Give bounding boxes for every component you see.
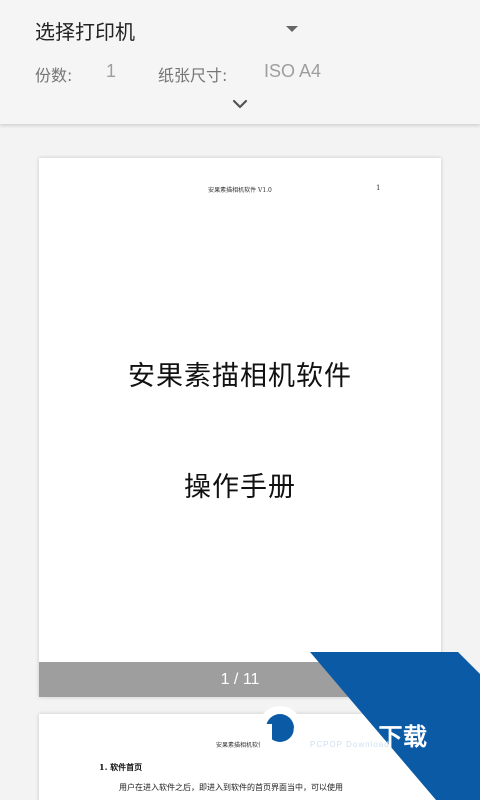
page-header-number: 1: [376, 184, 381, 192]
document-subtitle: 操作手册: [184, 472, 296, 503]
copies-option[interactable]: 份数: 1: [0, 60, 140, 85]
page-header-text: 安果素描相机软件 V1.0: [208, 187, 272, 194]
chevron-down-icon: [232, 99, 248, 109]
print-options-panel: 选择打印机 份数: 1 纸张尺寸: ISO A4: [0, 0, 480, 124]
document-title: 安果素描相机软件: [128, 361, 352, 392]
paper-size-value: ISO A4: [264, 61, 322, 81]
watermark-sub: PCPOP Download: [310, 740, 390, 749]
printer-select-label: 选择打印机: [35, 20, 135, 44]
preview-page-1[interactable]: 安果素描相机软件 V1.0 1 安果素描相机软件 操作手册 1 / 11: [39, 158, 441, 697]
paper-size-option[interactable]: 纸张尺寸: ISO A4: [150, 60, 350, 85]
expand-options-button[interactable]: [226, 92, 254, 116]
section-title: 1. 软件首页: [99, 762, 143, 772]
dropdown-triangle-icon: [286, 26, 298, 32]
copies-value: 1: [106, 61, 117, 81]
copies-label: 份数:: [35, 66, 73, 85]
paper-size-label: 纸张尺寸:: [158, 66, 228, 85]
printer-select[interactable]: 选择打印机: [0, 0, 320, 60]
